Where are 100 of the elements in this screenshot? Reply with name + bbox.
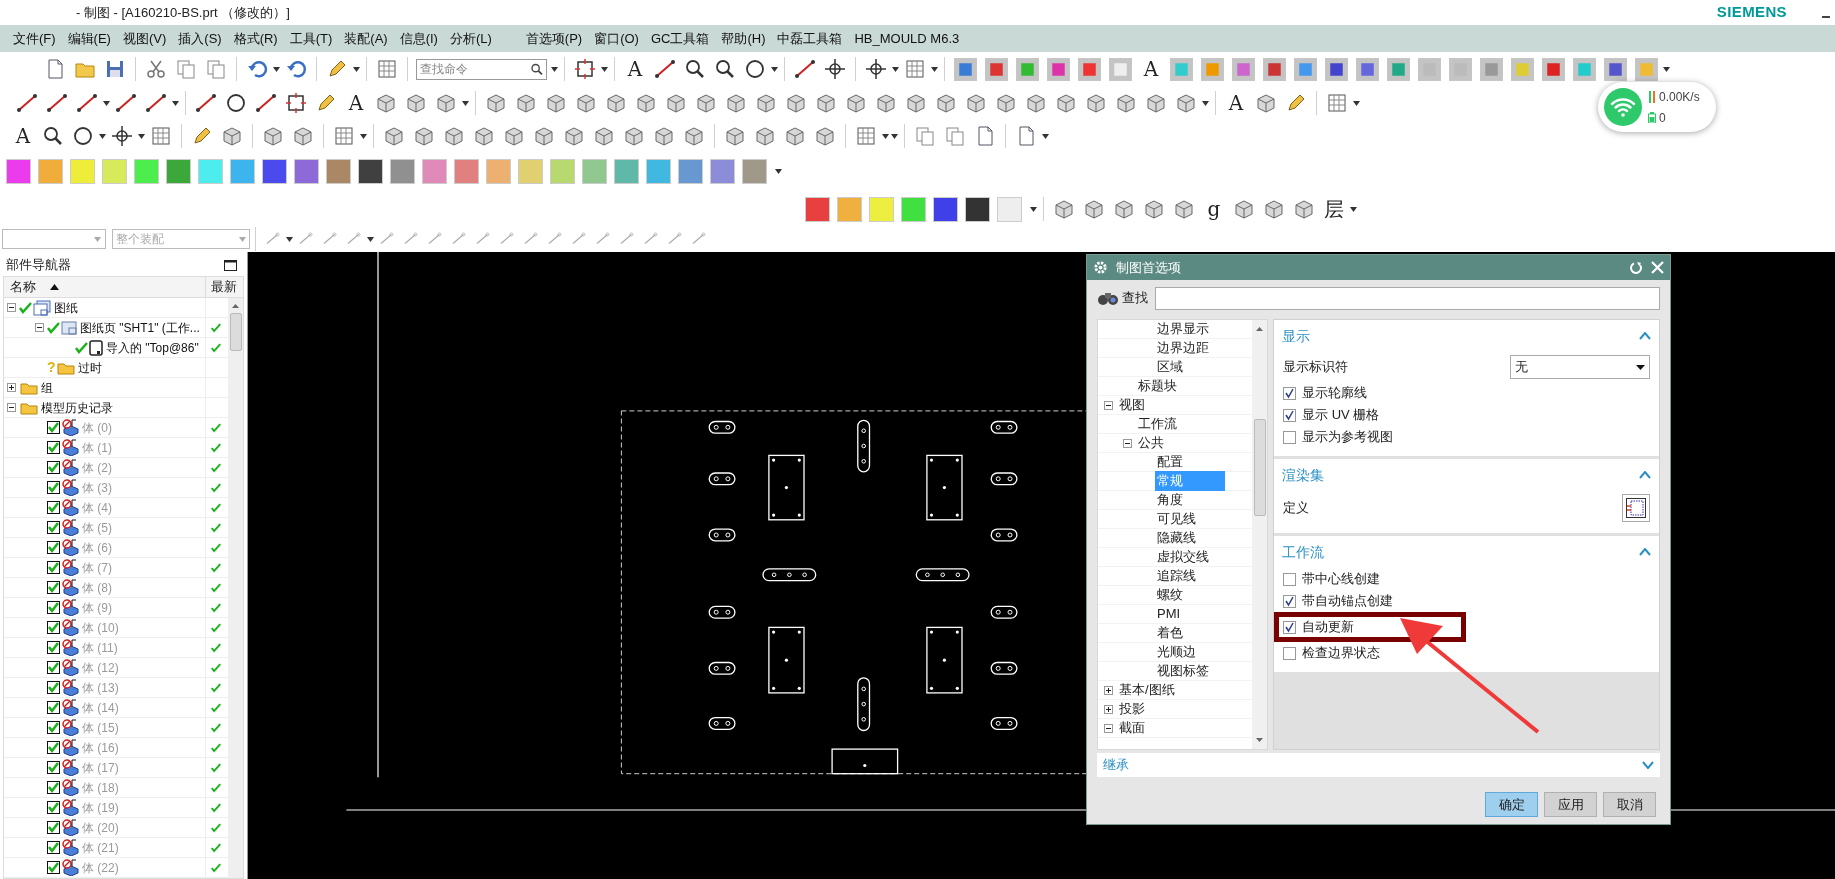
dropdown-caret-icon[interactable] [1202,100,1209,106]
checkbox[interactable] [47,481,60,494]
color-swatch[interactable] [326,158,351,184]
color-swatch[interactable] [38,158,63,184]
checkbox[interactable] [47,841,60,854]
tree-item[interactable]: 光顺边 [1155,642,1225,662]
tree-item[interactable]: 配置 [1155,452,1225,472]
menu-item[interactable]: 窗口(O) [589,28,644,49]
color-swatch[interactable] [678,158,703,184]
menu-item[interactable]: GC工具箱 [645,28,715,49]
menu-item[interactable]: 分析(L) [444,28,497,49]
tile-icon[interactable] [1293,56,1318,82]
checkbox[interactable] [47,561,60,574]
color-swatch[interactable] [294,158,319,184]
color-swatch[interactable] [997,196,1022,222]
grid-icon[interactable] [375,57,399,81]
menu-item[interactable]: 信息(I) [394,28,443,49]
color-swatch[interactable] [230,158,255,184]
collapse-toggle-icon[interactable] [7,403,16,412]
letter-icon[interactable]: A [11,124,35,148]
checkbox[interactable] [1283,386,1297,400]
tile-icon[interactable] [1634,56,1659,82]
dropdown-caret-icon[interactable] [273,66,280,72]
crosshair-icon[interactable] [823,57,847,81]
scroll-up-arrow-icon[interactable] [1256,327,1264,331]
check-icon[interactable] [75,341,88,354]
tree-item-label[interactable]: 图纸 [54,298,78,317]
checkbox[interactable] [47,521,60,534]
dropdown-caret-icon[interactable] [103,100,110,106]
checkbox[interactable] [47,641,60,654]
color-swatch[interactable] [550,158,575,184]
tree-item[interactable]: 隐藏线 [1155,528,1225,548]
scrollbar[interactable] [228,298,243,878]
color-swatch[interactable] [70,158,95,184]
color-swatch[interactable] [710,158,735,184]
line-icon[interactable] [144,91,168,115]
tree-item[interactable]: 视图 [1117,395,1187,415]
section-header[interactable]: 工作流 [1274,536,1659,568]
tile-icon[interactable] [1015,56,1040,82]
checkbox[interactable] [47,761,60,774]
collapse-toggle-icon[interactable] [1104,723,1113,733]
color-swatch[interactable] [933,196,958,222]
color-swatch[interactable] [262,158,287,184]
crosshair-icon[interactable] [864,57,888,81]
tile-icon[interactable] [1448,56,1473,82]
color-swatch[interactable] [358,158,383,184]
scrollbar[interactable] [1252,320,1268,749]
checkbox[interactable] [47,541,60,554]
dropdown-caret-icon[interactable] [138,133,145,139]
maximize-icon[interactable] [224,259,237,271]
dropdown-caret-icon[interactable] [286,236,293,242]
color-swatch[interactable] [518,158,543,184]
color-swatch[interactable] [422,158,447,184]
dropdown-caret-icon[interactable] [367,236,374,242]
checkbox[interactable] [47,661,60,674]
menu-item[interactable]: 编辑(E) [62,28,116,49]
dropdown-caret-icon[interactable] [775,168,782,174]
checkbox[interactable] [47,681,60,694]
tree-item[interactable]: 角度 [1155,490,1225,510]
circle-icon[interactable] [71,124,95,148]
tree-item[interactable]: 截面 [1117,718,1187,738]
tree-item[interactable]: 公共 [1136,433,1206,453]
tree-item[interactable]: 可见线 [1155,509,1225,529]
tile-icon[interactable] [1077,56,1102,82]
menu-item[interactable]: 中磊工具箱 [772,28,848,49]
tree-item-label[interactable]: 图纸页 "SHT1" (工作... [80,318,200,337]
dropdown-caret-icon[interactable] [172,100,179,106]
frame-icon[interactable] [284,91,308,115]
dropdown-caret-icon[interactable] [99,133,106,139]
section-header[interactable]: 渲染集 [1274,459,1659,491]
menu-item[interactable]: HB_MOULD M6.3 [849,28,965,49]
color-swatch[interactable] [198,158,223,184]
dropdown-caret-icon[interactable] [353,66,360,72]
checkbox[interactable] [47,741,60,754]
checkbox[interactable] [47,601,60,614]
menu-item[interactable]: 工具(T) [284,28,338,49]
color-swatch[interactable] [869,196,894,222]
color-swatch[interactable] [837,196,862,222]
checkbox[interactable] [1283,594,1297,608]
checkbox[interactable] [47,461,60,474]
collapse-toggle-icon[interactable] [1123,438,1132,448]
checkbox[interactable] [47,821,60,834]
tile-icon[interactable] [1169,56,1194,82]
expand-toggle-icon[interactable] [7,383,16,392]
tree-item[interactable]: 区域 [1155,357,1225,377]
color-swatch[interactable] [166,158,191,184]
checkbox[interactable] [47,501,60,514]
tile-icon[interactable] [1417,56,1442,82]
checkbox[interactable] [1283,646,1297,660]
checkbox[interactable] [1283,620,1297,634]
menu-item[interactable]: 格式(R) [228,28,283,49]
line-icon[interactable] [114,91,138,115]
color-swatch[interactable] [102,158,127,184]
menu-item[interactable]: 装配(A) [339,28,393,49]
line-icon[interactable] [75,91,99,115]
scroll-up-arrow-icon[interactable] [232,304,239,308]
checkbox[interactable] [47,621,60,634]
menu-item[interactable]: 视图(V) [117,28,172,49]
checkbox[interactable] [47,721,60,734]
dropdown-caret-icon[interactable] [601,66,608,72]
